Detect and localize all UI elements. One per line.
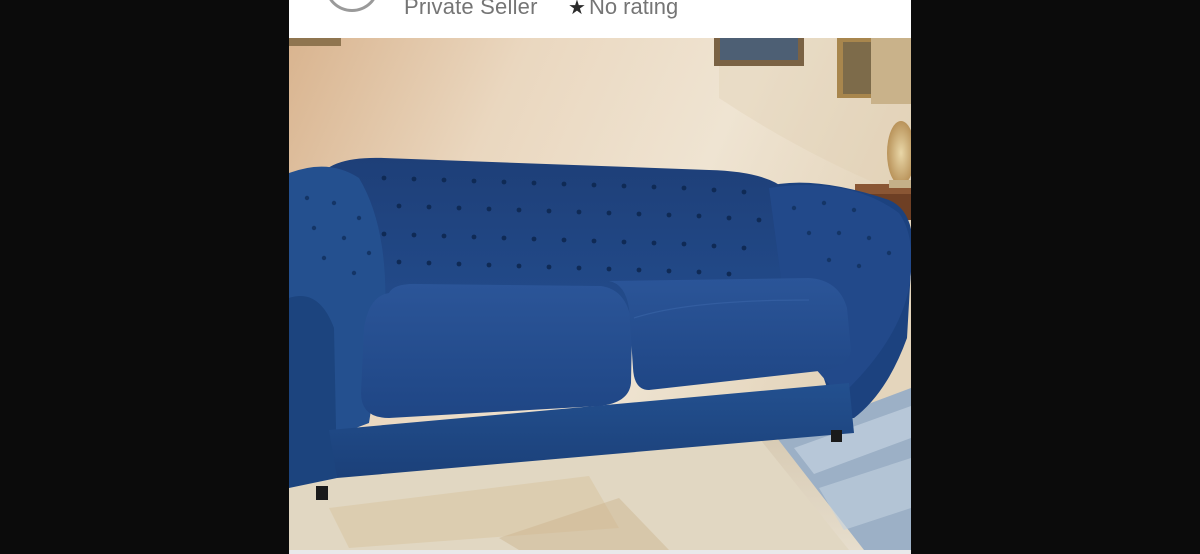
avatar[interactable]	[325, 0, 379, 12]
card-divider	[289, 550, 911, 554]
listing-card: Private Seller ★ No rating	[289, 0, 911, 554]
seller-rating: ★ No rating	[568, 0, 678, 20]
rating-label: No rating	[588, 0, 679, 19]
star-icon: ★	[568, 0, 586, 19]
seller-bar[interactable]: Private Seller ★ No rating	[289, 0, 911, 38]
seller-name[interactable]: Private Seller	[404, 0, 538, 20]
listing-photo[interactable]	[289, 38, 911, 550]
